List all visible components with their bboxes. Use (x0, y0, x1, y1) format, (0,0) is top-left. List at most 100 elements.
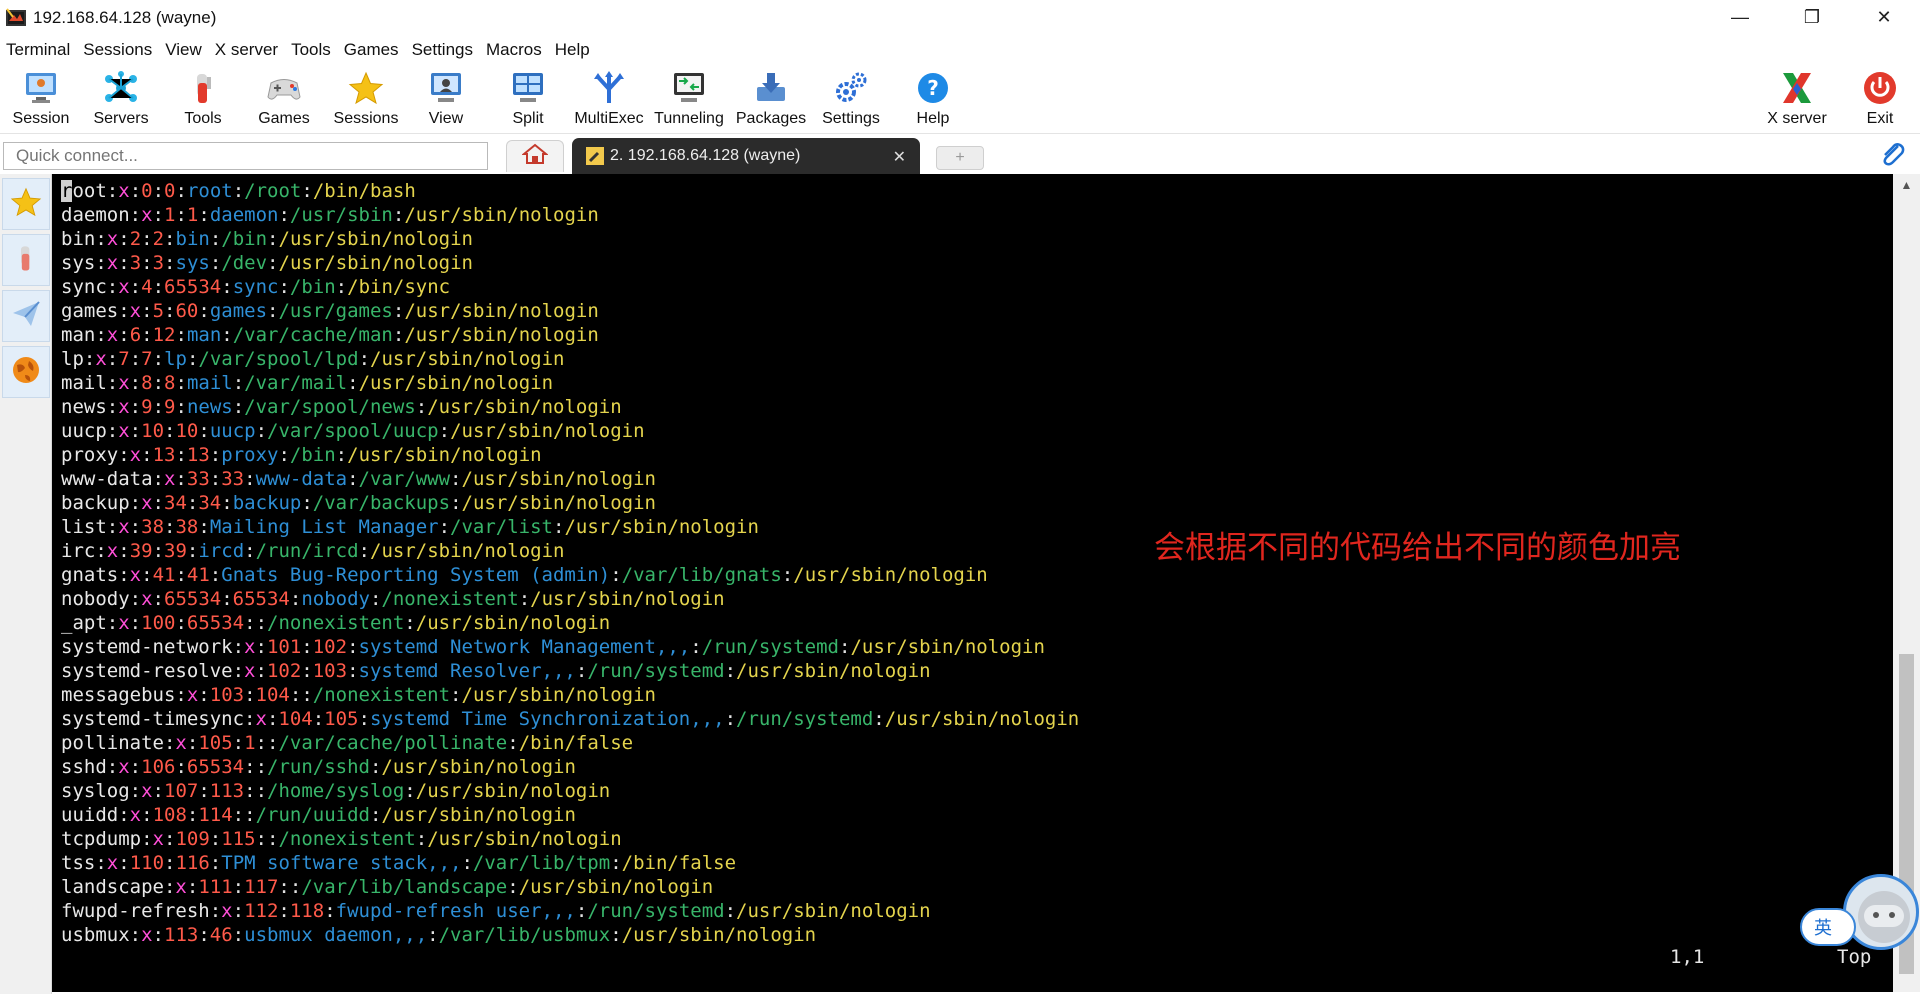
cursor-position: 1,1 (1670, 946, 1705, 968)
field-separator: : (369, 804, 382, 826)
view-label: View (428, 110, 464, 127)
gid: 114 (198, 804, 233, 826)
password-field: x (186, 684, 199, 706)
exit-label: Exit (1866, 110, 1894, 127)
menu-macros[interactable]: Macros (480, 40, 549, 60)
uid: 5 (152, 300, 165, 322)
minimize-button[interactable]: — (1704, 0, 1776, 35)
session-tab-label: 2. 192.168.64.128 (wayne) (610, 147, 801, 164)
field-separator: : (186, 348, 199, 370)
terminal-scrollbar[interactable]: ▲ (1893, 174, 1920, 992)
terminal-screen[interactable]: root:x:0:0:root:/root:/bin/bash daemon:x:… (52, 174, 1893, 992)
annotation-text: 会根据不同的代码给出不同的颜色加亮 (1154, 530, 1681, 566)
gid: 1 (186, 204, 199, 226)
games-button[interactable]: Games (251, 64, 317, 134)
tunneling-button[interactable]: Tunneling (653, 64, 725, 134)
tunneling-icon (669, 68, 709, 108)
field-separator: : (209, 444, 222, 466)
scroll-up-arrow-icon[interactable]: ▲ (1893, 174, 1920, 196)
tools-button[interactable]: Tools (170, 64, 236, 134)
field-separator: : (232, 372, 245, 394)
menu-x-server[interactable]: X server (209, 40, 285, 60)
sessions-button[interactable]: Sessions (333, 64, 399, 134)
field-separator: : (129, 372, 142, 394)
field-separator: : (152, 396, 165, 418)
split-button[interactable]: Split (497, 64, 559, 134)
side-sessions-button[interactable] (2, 178, 50, 230)
new-tab-button[interactable]: + (936, 146, 984, 170)
field-separator: : (95, 852, 107, 874)
session-label: Session (12, 110, 70, 127)
toolbar: Session Servers Tools Games Sessions Vie… (0, 64, 1920, 134)
field-separator: : (392, 204, 405, 226)
home-dir: /var/mail (244, 372, 348, 394)
shell: /usr/sbin/nologin (404, 300, 599, 322)
home-dir: /nonexistent (278, 828, 416, 850)
field-separator: : (450, 684, 462, 706)
tab-close-icon[interactable]: ✕ (893, 147, 906, 167)
maximize-button[interactable]: ❐ (1776, 0, 1848, 35)
field-separator: : (95, 228, 107, 250)
field-separator: : (186, 540, 199, 562)
field-separator: : (404, 612, 416, 634)
side-macros-button[interactable] (2, 290, 50, 342)
field-separator: : (163, 876, 176, 898)
session-button[interactable]: Session (10, 64, 72, 134)
help-button[interactable]: ? Help (902, 64, 964, 134)
paperclip-icon[interactable] (1878, 140, 1906, 168)
menu-tools[interactable]: Tools (285, 40, 338, 60)
terminal-line: sync:x:4:65534:sync:/bin:/bin/sync (61, 275, 1079, 299)
uid: 111 (198, 876, 233, 898)
shell: /usr/sbin/nologin (736, 660, 931, 682)
field-separator: : (347, 660, 359, 682)
uid: 3 (129, 252, 142, 274)
field-separator: : (198, 516, 210, 538)
multiexec-button[interactable]: MultiExec (574, 64, 644, 134)
field-separator: : (461, 852, 473, 874)
menu-view[interactable]: View (159, 40, 209, 60)
x-server-button[interactable]: X server (1760, 64, 1834, 134)
servers-button[interactable]: Servers (90, 64, 152, 134)
tools-label: Tools (184, 110, 222, 127)
shell: /usr/sbin/nologin (564, 516, 759, 538)
password-field: x (141, 780, 153, 802)
menu-settings[interactable]: Settings (406, 40, 480, 60)
field-separator: : (175, 468, 187, 490)
field-separator: : (278, 204, 290, 226)
field-separator: : (118, 252, 130, 274)
ime-assistant-avatar[interactable] (1843, 874, 1919, 950)
home-tab[interactable] (506, 140, 564, 172)
settings-button[interactable]: Settings (818, 64, 884, 134)
field-separator: : (175, 444, 187, 466)
gecos: systemd Network Management,,, (358, 636, 691, 658)
username: oot (72, 180, 107, 202)
packages-button[interactable]: Packages (736, 64, 806, 134)
terminal-line: mail:x:8:8:mail:/var/mail:/usr/sbin/nolo… (61, 371, 1079, 395)
field-separator: : (221, 492, 233, 514)
field-separator: : (369, 756, 382, 778)
side-tools-button[interactable] (2, 234, 50, 286)
side-sftp-button[interactable] (2, 346, 50, 398)
quick-connect-input[interactable] (3, 142, 488, 170)
password-field: x (106, 228, 119, 250)
menu-help[interactable]: Help (549, 40, 597, 60)
home-dir: /run/sshd (267, 756, 370, 778)
field-separator: : (267, 828, 279, 850)
exit-button[interactable]: Exit (1852, 64, 1908, 134)
field-separator: : (163, 732, 176, 754)
menu-sessions[interactable]: Sessions (77, 40, 159, 60)
ime-language-indicator[interactable]: 英 (1800, 908, 1856, 946)
field-separator: : (152, 780, 164, 802)
gecos: news (186, 396, 233, 418)
field-separator: : (255, 780, 268, 802)
field-separator: : (278, 444, 290, 466)
session-tab[interactable]: 2. 192.168.64.128 (wayne) ✕ (572, 138, 920, 174)
close-button[interactable]: ✕ (1848, 0, 1920, 35)
view-button[interactable]: View (415, 64, 477, 134)
home-dir: /nonexistent (312, 684, 451, 706)
menu-terminal[interactable]: Terminal (0, 40, 77, 60)
gecos: TPM software stack,,, (221, 852, 462, 874)
username: news (61, 396, 107, 418)
home-dir: /bin (221, 228, 268, 250)
menu-games[interactable]: Games (338, 40, 406, 60)
